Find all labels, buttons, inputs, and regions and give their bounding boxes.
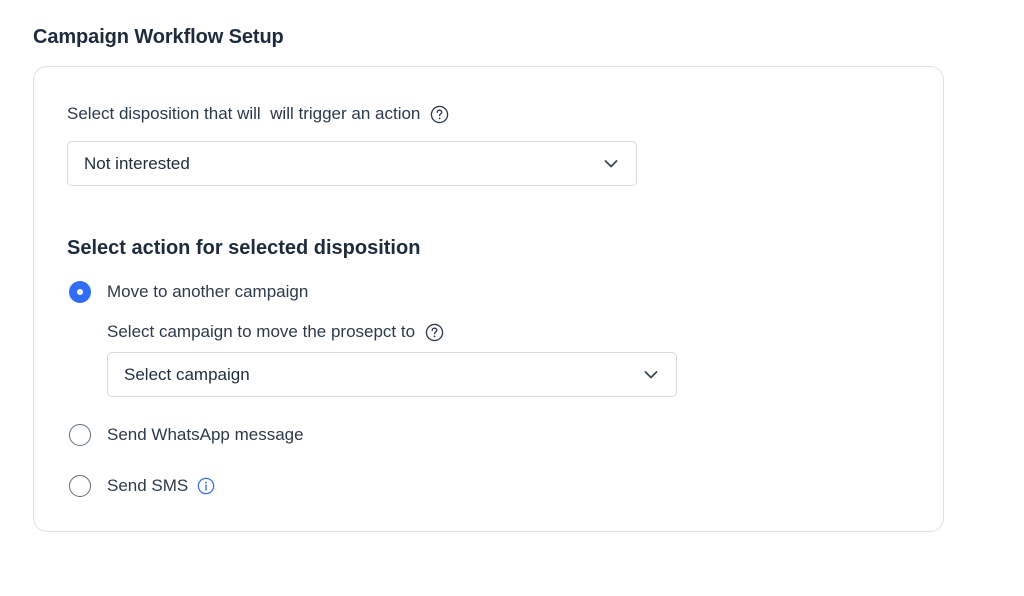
page-title: Campaign Workflow Setup	[33, 26, 284, 48]
disposition-select[interactable]: Not interested	[67, 141, 637, 186]
radio-option-label-wrap: Send SMS	[107, 476, 215, 496]
campaign-select-placeholder: Select campaign	[124, 364, 250, 384]
chevron-down-icon	[604, 159, 618, 168]
radio-option-send-whatsapp[interactable]: Send WhatsApp message	[69, 424, 304, 446]
chevron-down-icon	[644, 370, 658, 379]
radio-option-label: Send WhatsApp message	[107, 425, 304, 444]
radio-option-label: Move to another campaign	[107, 282, 309, 301]
disposition-field-label: Select disposition that will will trigge…	[67, 104, 449, 124]
campaign-label-text: Select campaign to move the prosepct to	[107, 322, 416, 341]
radio-option-label: Send SMS	[107, 476, 189, 495]
radio-option-send-sms[interactable]: Send SMS	[69, 475, 215, 497]
radio-button-unchecked[interactable]	[69, 424, 91, 446]
campaign-select[interactable]: Select campaign	[107, 352, 677, 397]
action-section-heading: Select action for selected disposition	[67, 237, 421, 259]
disposition-label-text: Select disposition that will will trigge…	[67, 104, 421, 123]
radio-button-checked[interactable]	[69, 281, 91, 303]
radio-option-move-campaign[interactable]: Move to another campaign	[69, 281, 308, 303]
question-circle-icon[interactable]	[425, 323, 444, 342]
workflow-card: Select disposition that will will trigge…	[33, 66, 944, 532]
radio-button-unchecked[interactable]	[69, 475, 91, 497]
info-circle-icon[interactable]	[197, 477, 215, 495]
question-circle-icon[interactable]	[430, 105, 449, 124]
disposition-selected-value: Not interested	[84, 153, 190, 173]
campaign-field-label: Select campaign to move the prosepct to	[107, 322, 444, 342]
